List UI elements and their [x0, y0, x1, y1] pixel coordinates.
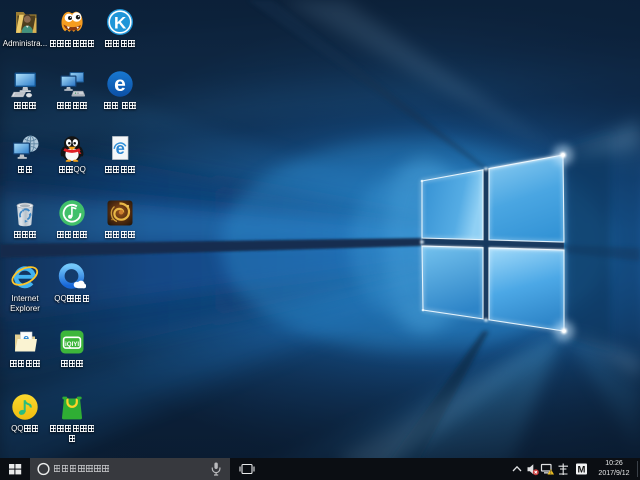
svg-text:K: K [114, 13, 127, 32]
svg-text:e: e [114, 73, 126, 96]
svg-text:M: M [578, 464, 586, 475]
svg-text:iQIYI: iQIYI [65, 341, 79, 348]
